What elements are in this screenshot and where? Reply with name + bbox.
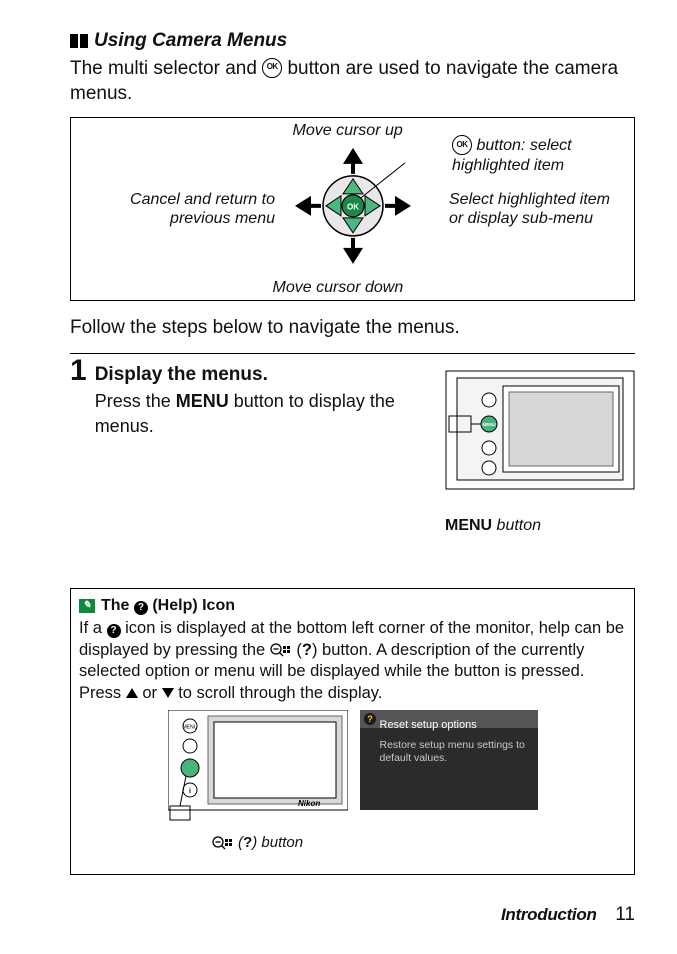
help-screen: ? Reset setup options Restore setup menu…	[360, 710, 538, 863]
help-box: ✎ The ? (Help) Icon If a ? icon is displ…	[70, 588, 635, 875]
label-right: Select highlighted item or display sub-m…	[449, 190, 624, 228]
zoom-out-icon	[270, 643, 292, 657]
footer-page: 11	[615, 904, 635, 925]
camera-help-illustration: MENU i Nikon (?) button	[168, 710, 348, 854]
multiselector-icon: OK	[293, 146, 413, 272]
label-left: Cancel and return to previous menu	[100, 190, 275, 228]
step-number: 1	[70, 356, 87, 386]
page-footer: Introduction 11	[501, 902, 635, 928]
svg-text:MENU: MENU	[482, 422, 495, 427]
help-caption: (?) button	[168, 833, 348, 853]
label-ok: OK button: select highlighted item	[452, 136, 604, 175]
heading-text: Using Camera Menus	[94, 28, 287, 54]
ok-icon: OK	[262, 58, 282, 78]
help-body: If a ? icon is displayed at the bottom l…	[79, 618, 626, 704]
follow-paragraph: Follow the steps below to navigate the m…	[70, 315, 635, 341]
svg-text:?: ?	[367, 714, 373, 724]
divider	[70, 353, 635, 354]
ok-icon: OK	[452, 135, 472, 155]
help-question-icon: ?	[107, 624, 121, 638]
note-icon: ✎	[79, 599, 95, 613]
svg-text:Nikon: Nikon	[298, 799, 320, 808]
down-triangle-icon	[162, 688, 174, 698]
label-down: Move cursor down	[273, 278, 404, 297]
help-title: ✎ The ? (Help) Icon	[79, 595, 626, 617]
camera-caption: MENU button	[445, 515, 635, 537]
up-triangle-icon	[126, 688, 138, 698]
svg-text:OK: OK	[347, 202, 359, 211]
heading-bars-icon	[70, 34, 88, 48]
help-screen-body: Restore setup menu settings to default v…	[380, 739, 530, 765]
zoom-out-icon	[212, 836, 234, 850]
menu-word: MENU	[176, 391, 229, 411]
footer-section: Introduction	[501, 905, 597, 924]
label-up: Move cursor up	[293, 121, 403, 140]
step-title: Display the menus.	[95, 362, 415, 388]
help-screen-title: Reset setup options	[380, 718, 530, 733]
camera-illustration: MENU MENU button	[445, 370, 635, 537]
svg-text:MENU: MENU	[182, 725, 197, 731]
help-question-icon: ?	[134, 601, 148, 615]
svg-text:i: i	[189, 788, 191, 795]
section-heading: Using Camera Menus	[70, 28, 635, 54]
intro-paragraph: The multi selector and OK button are use…	[70, 56, 635, 107]
step-text: Press the MENU button to display the men…	[95, 389, 415, 438]
multiselector-diagram: Move cursor up Move cursor down Cancel a…	[70, 117, 635, 301]
intro-pre: The multi selector and	[70, 58, 262, 79]
